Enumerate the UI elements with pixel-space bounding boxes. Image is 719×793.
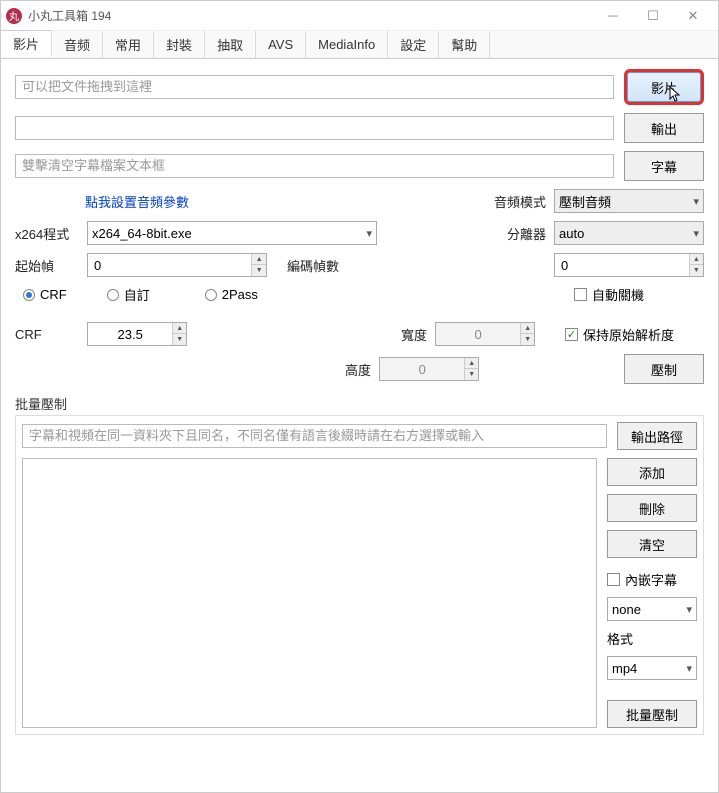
crf-input[interactable] (88, 323, 172, 345)
height-input (380, 358, 464, 380)
radio-2pass-label: 2Pass (222, 287, 258, 302)
tab-avs[interactable]: AVS (256, 31, 306, 58)
add-button-label: 添加 (639, 463, 665, 482)
tab-help[interactable]: 幫助 (439, 31, 490, 58)
batch-encode-label: 批量壓制 (626, 705, 678, 724)
output-button-label: 輸出 (651, 119, 677, 138)
x264-exe-label: x264程式 (15, 224, 79, 243)
close-button[interactable]: ✕ (673, 2, 713, 30)
minimize-button[interactable]: ─ (593, 2, 633, 30)
separator-label: 分離器 (507, 224, 546, 243)
encode-frames-spinner[interactable]: ▲▼ (554, 253, 704, 277)
encode-button-label: 壓制 (651, 360, 677, 379)
checkbox-embed-subtitle[interactable]: 內嵌字幕 (607, 570, 697, 589)
audio-mode-dropdown[interactable]: 壓制音頻 ▾ (554, 189, 704, 213)
add-button[interactable]: 添加 (607, 458, 697, 486)
input-file-field[interactable]: 可以把文件拖拽到這裡 (15, 75, 614, 99)
chevron-down-icon: ▾ (689, 195, 699, 208)
output-path-button[interactable]: 輸出路徑 (617, 422, 697, 450)
tab-audio[interactable]: 音频 (52, 31, 103, 58)
spinner-down-icon[interactable]: ▼ (252, 265, 266, 276)
height-spinner[interactable]: ▲▼ (379, 357, 479, 381)
start-frame-spinner[interactable]: ▲▼ (87, 253, 267, 277)
chevron-down-icon: ▾ (689, 227, 699, 240)
batch-list[interactable] (22, 458, 597, 728)
clear-button-label: 清空 (639, 535, 665, 554)
auto-shutdown-label: 自動關機 (592, 285, 644, 304)
batch-hint-field[interactable]: 字幕和視頻在同一資料夾下且同名，不同名僅有語言後綴時請在右方選擇或輸入 (22, 424, 607, 448)
radio-2pass[interactable]: 2Pass (205, 287, 258, 302)
subtitle-button-label: 字幕 (651, 157, 677, 176)
embed-lang-value: none (612, 602, 682, 617)
delete-button-label: 刪除 (639, 499, 665, 518)
tab-mux[interactable]: 封裝 (154, 31, 205, 58)
start-frame-input[interactable] (88, 254, 251, 276)
spinner-down-icon[interactable]: ▼ (690, 265, 703, 276)
x264-exe-value: x264_64-8bit.exe (92, 226, 362, 241)
spinner-up-icon[interactable]: ▲ (690, 254, 703, 265)
checkbox-keep-resolution[interactable]: ✓ 保持原始解析度 (565, 325, 674, 344)
crf-spinner[interactable]: ▲▼ (87, 322, 187, 346)
app-icon: 丸 (6, 8, 22, 24)
subtitle-file-field[interactable]: 雙擊清空字幕檔案文本框 (15, 154, 614, 178)
radio-crf[interactable]: CRF (23, 287, 67, 302)
delete-button[interactable]: 刪除 (607, 494, 697, 522)
spinner-up-icon[interactable]: ▲ (521, 323, 534, 334)
x264-exe-dropdown[interactable]: x264_64-8bit.exe ▾ (87, 221, 377, 245)
crf-value-label: CRF (15, 327, 79, 342)
titlebar: 丸 小丸工具箱 194 ─ ☐ ✕ (1, 1, 718, 31)
main-tabs: 影片 音频 常用 封裝 抽取 AVS MediaInfo 設定 幫助 (1, 31, 718, 59)
encode-button[interactable]: 壓制 (624, 354, 704, 384)
width-spinner[interactable]: ▲▼ (435, 322, 535, 346)
video-button[interactable]: 影片 (624, 69, 704, 105)
width-input (436, 323, 520, 345)
checkbox-auto-shutdown[interactable]: 自動關機 (574, 285, 644, 304)
tab-extract[interactable]: 抽取 (205, 31, 256, 58)
maximize-button[interactable]: ☐ (633, 2, 673, 30)
spinner-down-icon[interactable]: ▼ (173, 334, 186, 345)
radio-custom[interactable]: 自訂 (107, 285, 150, 304)
encode-frames-input[interactable] (555, 254, 689, 276)
encode-frames-label: 編碼幀數 (287, 256, 339, 275)
tab-settings[interactable]: 設定 (388, 31, 439, 58)
spinner-up-icon[interactable]: ▲ (173, 323, 186, 334)
format-dropdown[interactable]: mp4 ▾ (607, 656, 697, 680)
chevron-down-icon: ▾ (682, 662, 692, 675)
audio-mode-value: 壓制音頻 (559, 192, 689, 211)
height-label: 高度 (345, 360, 371, 379)
separator-value: auto (559, 226, 689, 241)
spinner-up-icon[interactable]: ▲ (465, 358, 478, 369)
tab-video[interactable]: 影片 (1, 30, 52, 57)
radio-custom-label: 自訂 (124, 285, 150, 304)
spinner-up-icon[interactable]: ▲ (252, 254, 266, 265)
tab-mediainfo[interactable]: MediaInfo (306, 31, 388, 58)
output-button[interactable]: 輸出 (624, 113, 704, 143)
window-title: 小丸工具箱 194 (28, 7, 593, 24)
radio-crf-label: CRF (40, 287, 67, 302)
chevron-down-icon: ▾ (362, 227, 372, 240)
tab-common[interactable]: 常用 (103, 31, 154, 58)
output-file-field[interactable] (15, 116, 614, 140)
video-button-label: 影片 (651, 78, 677, 97)
embed-lang-dropdown[interactable]: none ▾ (607, 597, 697, 621)
spinner-down-icon[interactable]: ▼ (521, 334, 534, 345)
audio-params-link[interactable]: 點我設置音頻參數 (85, 192, 189, 211)
subtitle-button[interactable]: 字幕 (624, 151, 704, 181)
start-frame-label: 起始幀 (15, 256, 79, 275)
batch-section-title: 批量壓制 (15, 394, 704, 413)
output-path-label: 輸出路徑 (631, 427, 683, 446)
clear-button[interactable]: 清空 (607, 530, 697, 558)
width-label: 寬度 (401, 325, 427, 344)
audio-mode-label: 音頻模式 (494, 192, 546, 211)
separator-dropdown[interactable]: auto ▾ (554, 221, 704, 245)
format-label: 格式 (607, 629, 697, 648)
embed-subtitle-label: 內嵌字幕 (625, 570, 677, 589)
keep-res-label: 保持原始解析度 (583, 325, 674, 344)
chevron-down-icon: ▾ (682, 603, 692, 616)
format-value: mp4 (612, 661, 682, 676)
spinner-down-icon[interactable]: ▼ (465, 369, 478, 380)
batch-encode-button[interactable]: 批量壓制 (607, 700, 697, 728)
